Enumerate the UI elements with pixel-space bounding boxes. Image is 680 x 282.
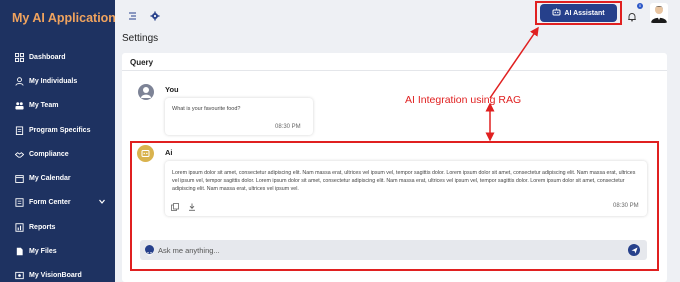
sidebar-item-form-center[interactable]: Form Center — [0, 191, 115, 215]
sidebar-item-label: My Individuals — [29, 77, 78, 85]
sidebar-item-dashboard[interactable]: Dashboard — [0, 45, 115, 69]
sidebar-item-label: Program Specifics — [29, 126, 91, 134]
robot-icon — [552, 8, 561, 18]
ai-message-name: Ai — [165, 148, 173, 157]
sidebar-item-compliance[interactable]: Compliance — [0, 142, 115, 166]
sidebar-item-my-files[interactable]: My Files — [0, 239, 115, 263]
avatar[interactable] — [650, 3, 668, 23]
sidebar: My AI Application Dashboard My Individua… — [0, 0, 116, 282]
download-icon[interactable] — [188, 203, 196, 211]
ai-assistant-label: AI Assistant — [564, 9, 605, 17]
chat-input[interactable] — [158, 243, 618, 257]
file-icon — [14, 247, 24, 257]
grid-icon — [14, 52, 24, 62]
board-icon — [14, 271, 24, 281]
sidebar-item-label: Form Center — [29, 199, 71, 207]
emoji-icon[interactable] — [145, 245, 154, 256]
clipboard-icon — [14, 125, 24, 135]
calendar-icon — [14, 174, 24, 184]
sidebar-item-reports[interactable]: Reports — [0, 215, 115, 239]
chevron-down-icon[interactable] — [99, 199, 105, 206]
gear-icon[interactable] — [150, 8, 160, 21]
sidebar-item-my-team[interactable]: My Team — [0, 94, 115, 118]
form-icon — [14, 198, 24, 208]
ai-message-text: Lorem ipsum dolor sit amet, consectetur … — [172, 170, 636, 192]
sidebar-item-my-individuals[interactable]: My Individuals — [0, 69, 115, 93]
sidebar-item-label: Reports — [29, 223, 56, 231]
query-title: Query — [130, 58, 154, 67]
ai-message-time: 08:30 PM — [613, 203, 639, 209]
sidebar-item-label: My VisionBoard — [29, 272, 82, 280]
ai-avatar-icon — [137, 145, 154, 162]
report-icon — [14, 222, 24, 232]
ai-message-actions — [171, 203, 196, 211]
handshake-icon — [14, 149, 24, 159]
sidebar-item-label: My Files — [29, 248, 57, 256]
notification-badge: 0 — [637, 3, 643, 9]
send-icon — [631, 241, 638, 259]
sidebar-item-my-visionboard[interactable]: My VisionBoard — [0, 264, 115, 282]
sidebar-nav: Dashboard My Individuals My Team Program… — [0, 45, 115, 282]
divider — [122, 70, 667, 71]
sidebar-item-program-specifics[interactable]: Program Specifics — [0, 118, 115, 142]
menu-collapse-icon[interactable] — [127, 8, 137, 20]
user-avatar-icon — [138, 84, 154, 100]
person-icon — [14, 76, 24, 86]
page-title: Settings — [122, 33, 159, 44]
bell-icon[interactable] — [627, 9, 637, 22]
sidebar-item-label: My Team — [29, 102, 59, 110]
user-message-name: You — [165, 85, 179, 94]
user-message-time: 08:30 PM — [275, 124, 301, 130]
ai-assistant-button[interactable]: AI Assistant — [540, 4, 617, 22]
app-title: My AI Application — [12, 11, 116, 25]
sidebar-item-label: My Calendar — [29, 175, 71, 183]
sidebar-item-label: Compliance — [29, 150, 69, 158]
sidebar-item-my-calendar[interactable]: My Calendar — [0, 166, 115, 190]
user-message-text: What is your favourite food? — [172, 106, 241, 112]
send-button[interactable] — [628, 244, 640, 256]
sidebar-item-label: Dashboard — [29, 53, 66, 61]
copy-icon[interactable] — [171, 203, 179, 211]
team-icon — [14, 101, 24, 111]
annotation-label: AI Integration using RAG — [405, 94, 522, 106]
